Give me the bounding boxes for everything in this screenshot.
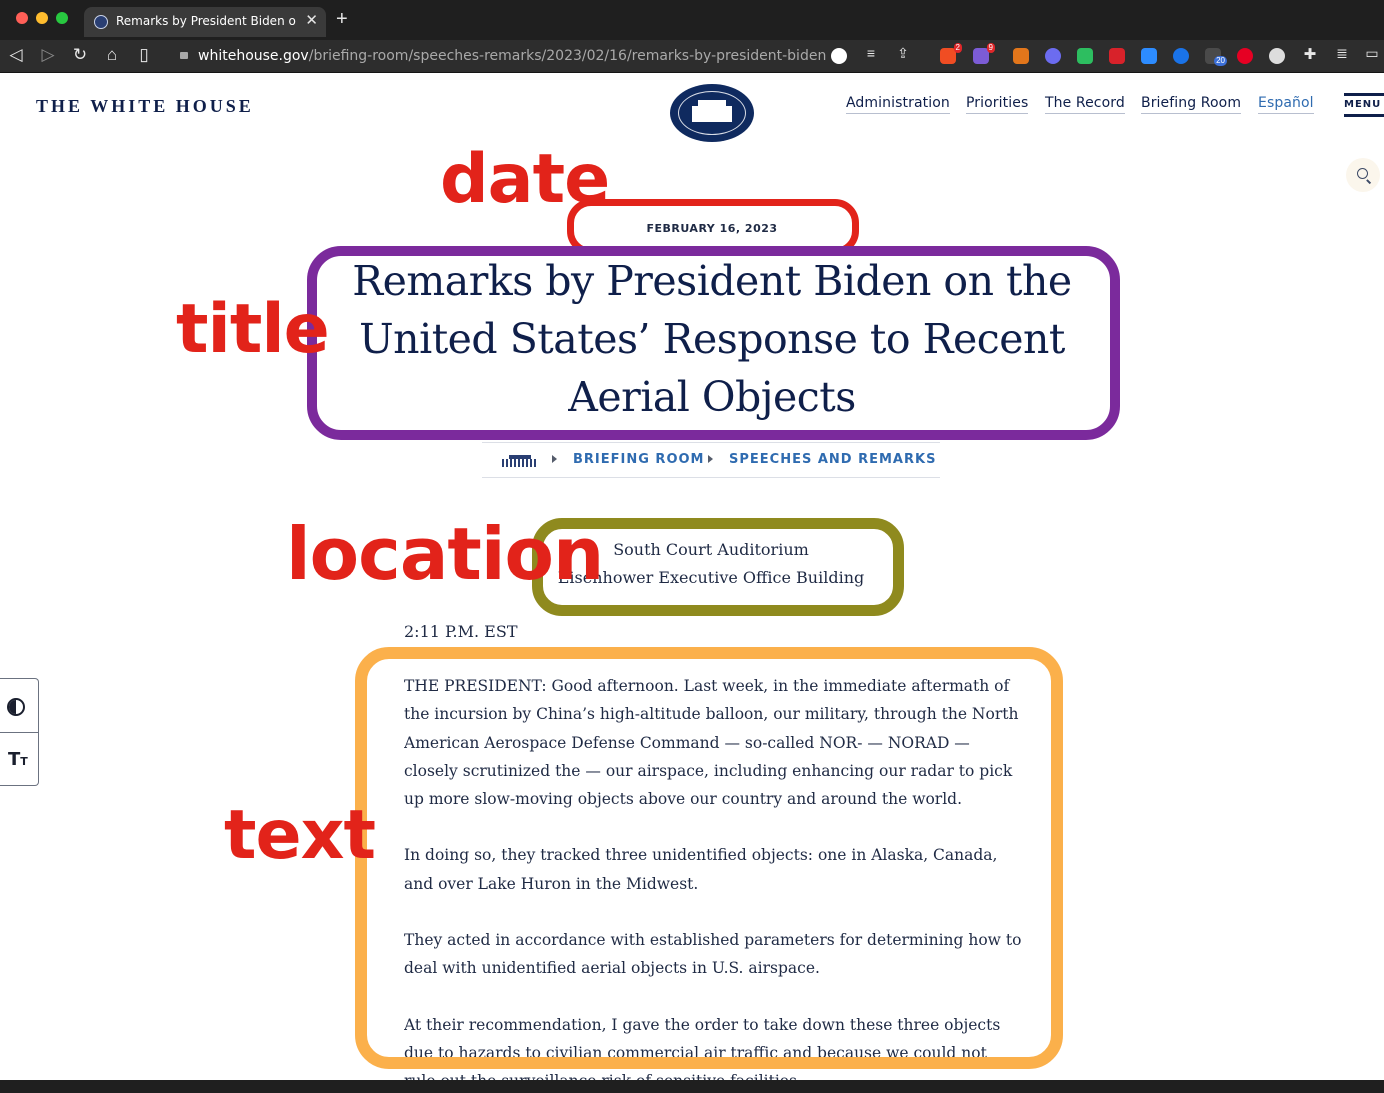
- extension-red-icon[interactable]: [1109, 48, 1125, 64]
- title-annotation-frame: [307, 246, 1120, 440]
- date-annotation-label: date: [440, 140, 610, 219]
- text-annotation-frame: [355, 647, 1063, 1069]
- extension-gray-icon[interactable]: [1269, 48, 1285, 64]
- media-icon[interactable]: ≣: [1332, 45, 1352, 62]
- breadcrumb-speeches-and-remarks[interactable]: SPEECHES AND REMARKS: [729, 452, 936, 467]
- breadcrumb-separator-icon: [552, 455, 557, 463]
- address-bar[interactable]: whitehouse.gov/briefing-room/speeches-re…: [176, 43, 826, 69]
- whitehouse-favicon-icon: [94, 15, 108, 29]
- breadcrumb-home-icon[interactable]: [502, 455, 538, 467]
- tab-title: Remarks by President Biden on the United…: [116, 14, 296, 28]
- accessibility-divider: [0, 732, 38, 733]
- remarks-time: 2:11 P.M. EST: [404, 622, 518, 641]
- window-maximize-button[interactable]: [56, 12, 68, 24]
- browser-toolbar: ◁ ▷ ↻ ⌂ ▯ whitehouse.gov/briefing-room/s…: [0, 40, 1384, 73]
- seal-building: [692, 106, 732, 122]
- browser-tab-bar: Remarks by President Biden on the United…: [0, 0, 1384, 40]
- url-path: /briefing-room/speeches-remarks/2023/02/…: [308, 48, 826, 64]
- nav-briefing-room[interactable]: Briefing Room: [1141, 95, 1242, 114]
- new-tab-icon[interactable]: +: [336, 8, 348, 31]
- google-icon[interactable]: [831, 48, 847, 64]
- title-annotation-label: title: [176, 290, 330, 369]
- text-annotation-label: text: [224, 796, 376, 875]
- extensions-puzzle-icon[interactable]: ✚: [1300, 45, 1320, 63]
- sidebar-icon[interactable]: ▭: [1362, 45, 1382, 62]
- home-icon[interactable]: ⌂: [102, 45, 122, 65]
- breadcrumb: BRIEFING ROOM SPEECHES AND REMARKS: [482, 442, 940, 478]
- brave-rewards-icon[interactable]: 9: [973, 43, 995, 64]
- url-host: whitehouse.gov: [198, 48, 309, 64]
- reader-mode-icon[interactable]: ≡: [861, 45, 881, 61]
- extension-icon[interactable]: [1045, 48, 1061, 64]
- nav-priorities[interactable]: Priorities: [966, 95, 1029, 114]
- search-button[interactable]: [1346, 158, 1380, 192]
- white-house-seal-icon[interactable]: [670, 84, 754, 142]
- accessibility-toolbar: TT: [0, 678, 39, 786]
- brave-badge: 2: [953, 43, 962, 53]
- text-size-icon[interactable]: TT: [8, 749, 28, 770]
- lock-icon: [180, 52, 188, 59]
- tab-close-icon[interactable]: ✕: [305, 11, 318, 29]
- window-minimize-button[interactable]: [36, 12, 48, 24]
- forward-icon[interactable]: ▷: [38, 45, 58, 65]
- translate-icon[interactable]: 20: [1205, 48, 1227, 66]
- nav-administration[interactable]: Administration: [846, 95, 950, 114]
- back-icon[interactable]: ◁: [6, 45, 26, 65]
- window-close-button[interactable]: [16, 12, 28, 24]
- metamask-icon[interactable]: [1013, 48, 1029, 64]
- nav-the-record[interactable]: The Record: [1045, 95, 1125, 114]
- breadcrumb-separator-icon: [708, 455, 713, 463]
- zoom-icon[interactable]: [1141, 48, 1157, 64]
- extension-blue-icon[interactable]: [1173, 48, 1189, 64]
- bookmark-icon[interactable]: ▯: [134, 45, 154, 65]
- search-icon-handle: [1366, 179, 1372, 184]
- site-logo-text[interactable]: THE WHITE HOUSE: [36, 96, 254, 117]
- browser-tab-active[interactable]: Remarks by President Biden on the United…: [84, 7, 326, 37]
- location-annotation-label: location: [286, 512, 604, 596]
- menu-button[interactable]: MENU: [1344, 93, 1384, 117]
- pinterest-icon[interactable]: [1237, 48, 1253, 64]
- brave-shields-icon[interactable]: 2: [940, 43, 962, 64]
- search-icon: [1357, 168, 1368, 179]
- breadcrumb-briefing-room[interactable]: BRIEFING ROOM: [573, 452, 704, 467]
- reload-icon[interactable]: ↻: [70, 45, 90, 65]
- contrast-toggle-icon[interactable]: [7, 698, 25, 716]
- window-bottom-edge: [0, 1080, 1384, 1093]
- evernote-icon[interactable]: [1077, 48, 1093, 64]
- nav-espanol[interactable]: Español: [1258, 95, 1314, 114]
- rewards-badge: 9: [986, 43, 995, 53]
- translate-badge: 20: [1214, 56, 1227, 66]
- share-icon[interactable]: ⇪: [893, 45, 913, 62]
